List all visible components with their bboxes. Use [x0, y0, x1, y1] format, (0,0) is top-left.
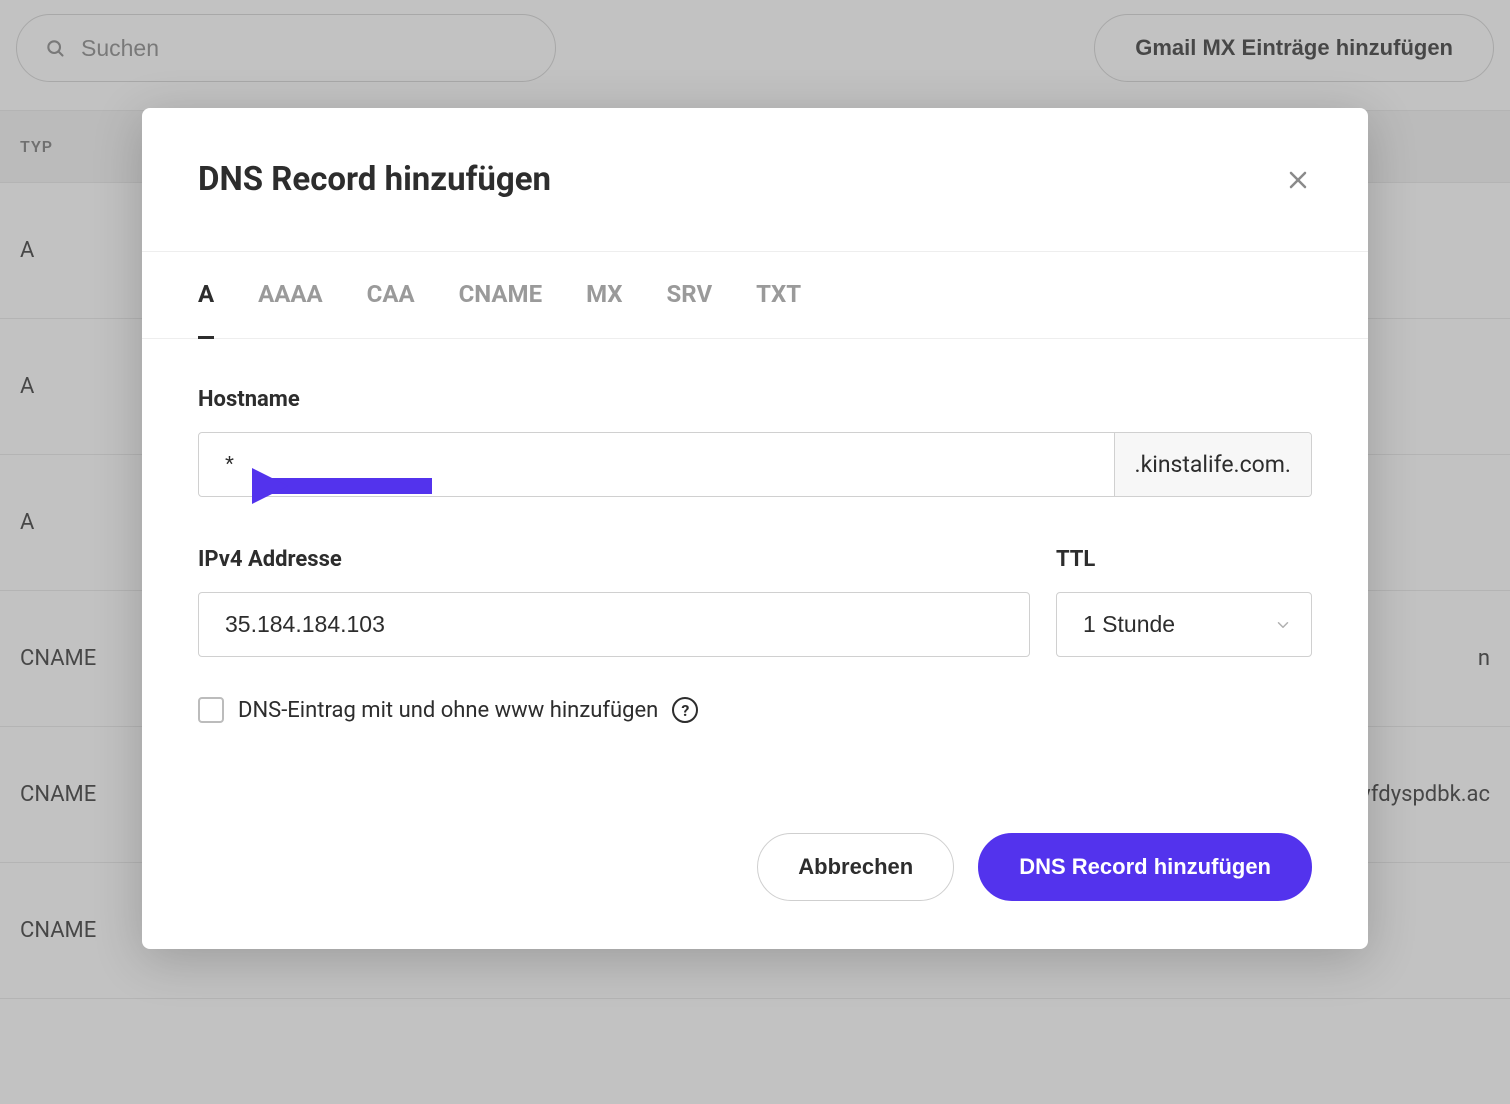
hostname-input[interactable]: [199, 433, 1114, 496]
ipv4-input[interactable]: [198, 592, 1030, 657]
tab-caa[interactable]: CAA: [367, 280, 415, 338]
tab-txt[interactable]: TXT: [756, 280, 801, 338]
modal-footer: Abbrechen DNS Record hinzufügen: [142, 753, 1368, 949]
modal-header: DNS Record hinzufügen: [142, 108, 1368, 252]
tab-srv[interactable]: SRV: [667, 280, 713, 338]
close-button[interactable]: [1284, 166, 1312, 194]
modal-title: DNS Record hinzufügen: [198, 160, 551, 199]
record-type-tabs: A AAAA CAA CNAME MX SRV TXT: [142, 252, 1368, 339]
www-checkbox-row: DNS-Eintrag mit und ohne www hinzufügen …: [198, 697, 1312, 723]
ipv4-label: IPv4 Addresse: [198, 547, 1030, 572]
tab-a[interactable]: A: [198, 280, 214, 338]
close-icon: [1286, 168, 1310, 192]
www-checkbox-label: DNS-Eintrag mit und ohne www hinzufügen: [238, 698, 658, 723]
ttl-label: TTL: [1056, 547, 1312, 572]
hostname-group: .kinstalife.com.: [198, 432, 1312, 497]
www-checkbox[interactable]: [198, 697, 224, 723]
tab-mx[interactable]: MX: [586, 280, 622, 338]
tab-cname[interactable]: CNAME: [459, 280, 542, 338]
help-icon[interactable]: ?: [672, 697, 698, 723]
tab-aaaa[interactable]: AAAA: [258, 280, 323, 338]
ttl-select[interactable]: [1056, 592, 1312, 657]
cancel-button[interactable]: Abbrechen: [757, 833, 954, 901]
hostname-suffix: .kinstalife.com.: [1114, 433, 1312, 496]
submit-button[interactable]: DNS Record hinzufügen: [978, 833, 1312, 901]
modal-overlay: DNS Record hinzufügen A AAAA CAA CNAME M…: [0, 0, 1510, 1104]
add-dns-record-modal: DNS Record hinzufügen A AAAA CAA CNAME M…: [142, 108, 1368, 949]
modal-body: Hostname .kinstalife.com. IPv4 Addresse …: [142, 339, 1368, 753]
hostname-label: Hostname: [198, 387, 1312, 412]
